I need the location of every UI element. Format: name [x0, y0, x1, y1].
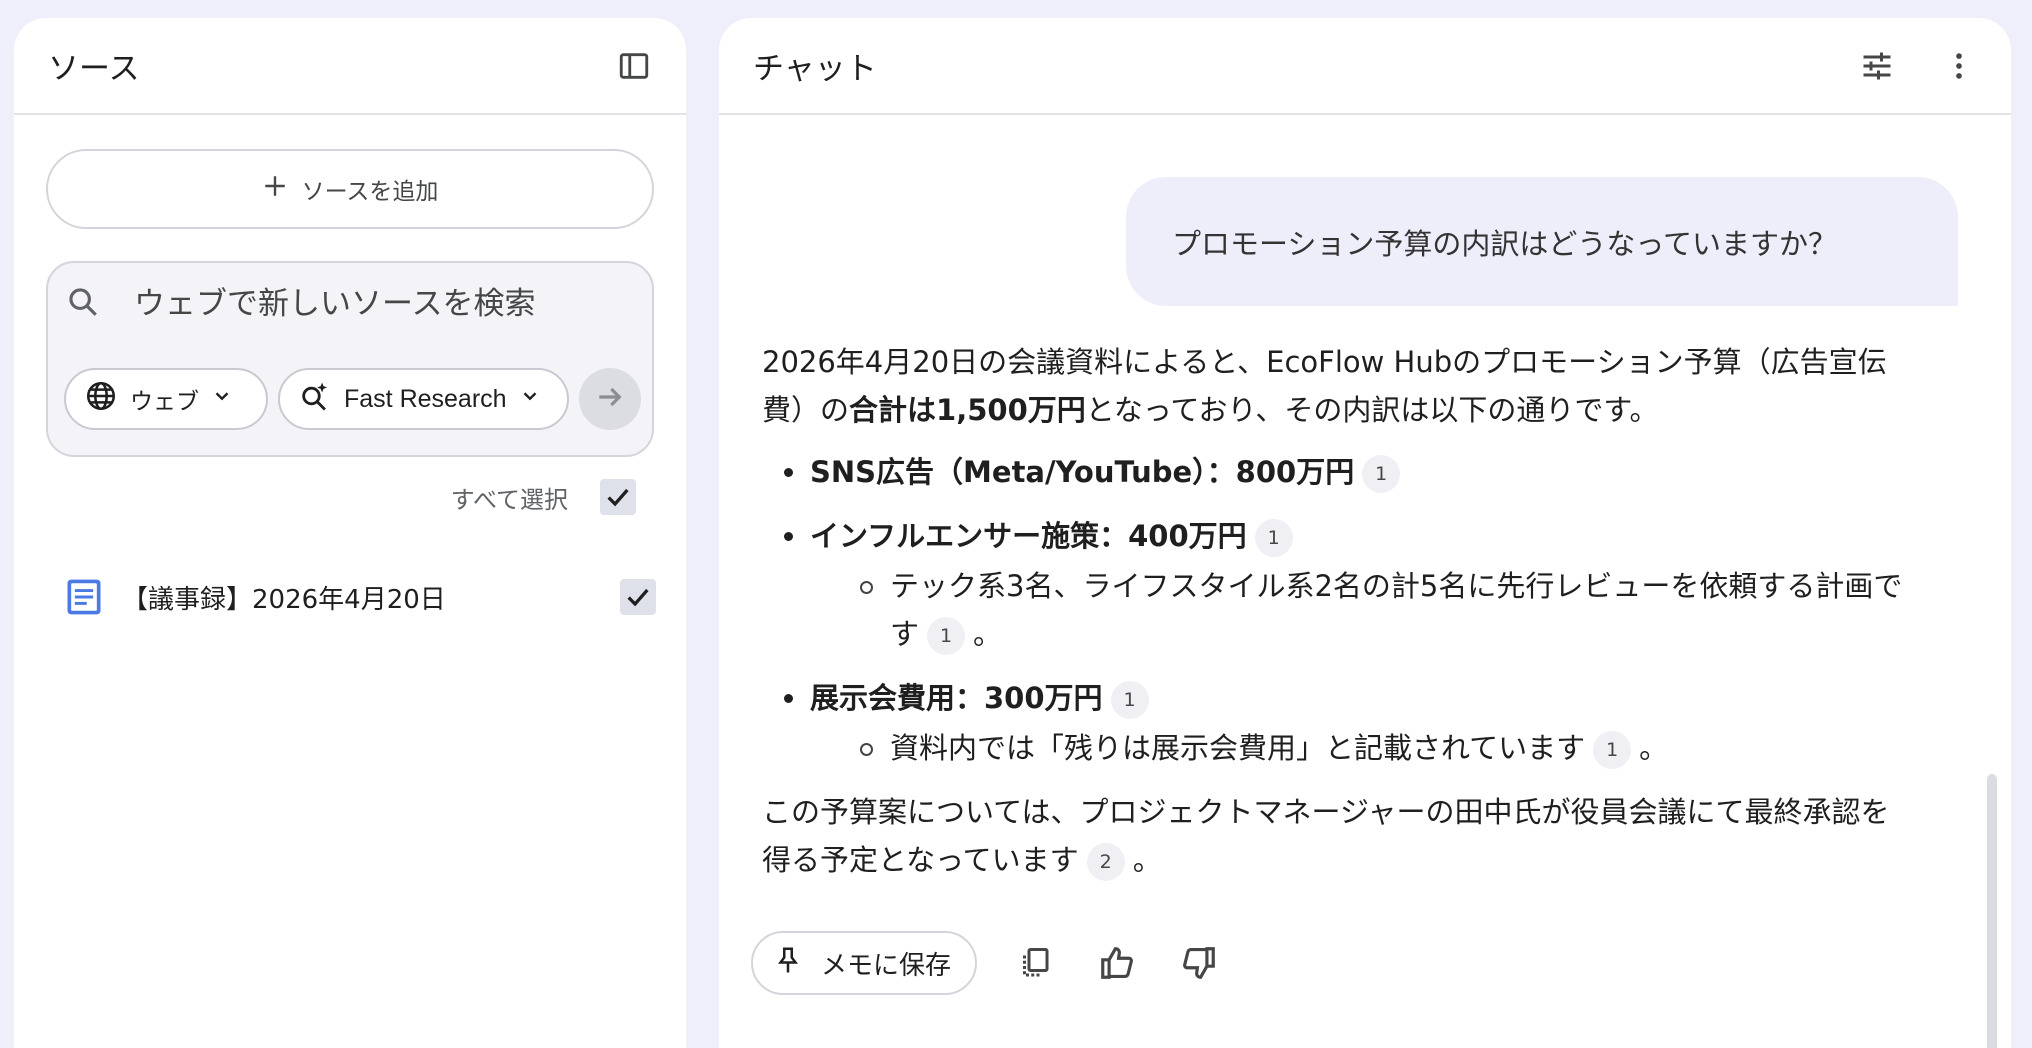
- sub-list-end: 。: [1639, 731, 1669, 765]
- assistant-answer: 2026年4月20日の会議資料によると、EcoFlow Hubのプロモーション予…: [762, 338, 1912, 884]
- document-icon: [62, 575, 106, 619]
- chat-title: チャット: [753, 51, 877, 87]
- plus-icon: [262, 173, 288, 205]
- citation-chip[interactable]: 1: [1593, 731, 1632, 769]
- save-to-note-button[interactable]: メモに保存: [751, 931, 977, 995]
- pin-icon: [773, 945, 803, 982]
- list-item-title: インフルエンサー施策：400万円: [810, 519, 1247, 553]
- citation-chip[interactable]: 1: [927, 617, 966, 655]
- more-vert-icon[interactable]: [1935, 42, 1983, 90]
- citation-chip[interactable]: 1: [1254, 519, 1293, 557]
- source-item-label: 【議事録】2026年4月20日: [122, 584, 446, 615]
- list-item: 展示会費用：300万円 1 資料内では「残りは展示会費用」と記載されています 1。: [762, 674, 1912, 772]
- arrow-right-icon: [594, 381, 626, 417]
- chevron-down-icon: [211, 385, 233, 413]
- source-item[interactable]: 【議事録】2026年4月20日: [62, 564, 656, 630]
- tune-settings-icon[interactable]: [1853, 42, 1901, 90]
- answer-conclusion: この予算案については、プロジェクトマネージャーの田中氏が役員会議にて最終承認を得…: [762, 788, 1912, 884]
- source-search-input[interactable]: [134, 286, 604, 322]
- submit-search-button[interactable]: [579, 368, 641, 430]
- search-icon: [66, 285, 100, 323]
- chevron-down-icon: [519, 385, 541, 414]
- select-all-label: すべて選択: [450, 485, 568, 514]
- user-message-bubble: プロモーション予算の内訳はどうなっていますか？: [1126, 177, 1958, 306]
- web-source-dropdown[interactable]: ウェブ: [64, 368, 268, 430]
- select-all-row: すべて選択: [451, 479, 636, 515]
- sources-title: ソース: [48, 51, 140, 87]
- thumbs-down-icon[interactable]: [1175, 939, 1223, 987]
- answer-conclusion-end: 。: [1132, 843, 1162, 877]
- sparkle-search-icon: [298, 379, 332, 420]
- sub-list-text: テック系3名、ライフスタイル系2名の計5名に先行レビューを依頼する計画です: [890, 569, 1903, 651]
- citation-chip[interactable]: 2: [1086, 843, 1125, 881]
- sub-list: テック系3名、ライフスタイル系2名の計5名に先行レビューを依頼する計画です 1。: [810, 562, 1912, 658]
- save-to-note-label: メモに保存: [821, 950, 952, 981]
- sub-list-item: 資料内では「残りは展示会費用」と記載されています 1。: [810, 724, 1912, 772]
- answer-intro-bold: 合計は1,500万円: [849, 393, 1086, 427]
- sub-list-item: テック系3名、ライフスタイル系2名の計5名に先行レビューを依頼する計画です 1。: [810, 562, 1912, 658]
- chat-header: チャット: [719, 18, 2011, 115]
- answer-intro-text-end: となっており、その内訳は以下の通りです。: [1085, 393, 1659, 427]
- thumbs-up-icon[interactable]: [1093, 939, 1141, 987]
- sub-list-end: 。: [973, 617, 1003, 651]
- chat-scrollbar[interactable]: [1987, 774, 1997, 1048]
- sources-panel: ソース ソースを追加 ウェブで新しいソースを検索 ウェブ Fast Resear…: [14, 18, 686, 1048]
- web-search-box: ウェブ Fast Research: [46, 261, 654, 457]
- research-chip-label: Fast Research: [344, 384, 507, 413]
- citation-chip[interactable]: 1: [1110, 681, 1149, 719]
- user-message-text: プロモーション予算の内訳はどうなっていますか？: [1172, 226, 1837, 261]
- sub-list-text: 資料内では「残りは展示会費用」と記載されています: [890, 731, 1586, 765]
- list-item: SNS広告（Meta/YouTube）：800万円 1: [762, 448, 1912, 496]
- list-item: インフルエンサー施策：400万円 1 テック系3名、ライフスタイル系2名の計5名に…: [762, 512, 1912, 658]
- answer-conclusion-text: この予算案については、プロジェクトマネージャーの田中氏が役員会議にて最終承認を得…: [762, 795, 1890, 877]
- research-mode-dropdown[interactable]: Fast Research: [278, 368, 569, 430]
- sub-list: 資料内では「残りは展示会費用」と記載されています 1。: [810, 724, 1912, 772]
- chat-panel: チャット プロモーション予算の内訳はどうなっていますか？ 2026年4月20日の…: [719, 18, 2011, 1048]
- add-source-button[interactable]: ソースを追加: [46, 149, 654, 229]
- web-chip-label: ウェブ: [130, 389, 199, 415]
- globe-icon: [84, 379, 118, 419]
- answer-intro: 2026年4月20日の会議資料によると、EcoFlow Hubのプロモーション予…: [762, 338, 1912, 434]
- citation-chip[interactable]: 1: [1362, 455, 1401, 493]
- copy-icon[interactable]: [1011, 939, 1059, 987]
- collapse-panel-icon[interactable]: [610, 42, 658, 90]
- select-all-checkbox[interactable]: [600, 479, 636, 515]
- add-source-label: ソースを追加: [301, 179, 439, 205]
- source-item-checkbox[interactable]: [620, 579, 656, 615]
- list-item-title: 展示会費用：300万円: [810, 681, 1103, 715]
- answer-actions: メモに保存: [751, 931, 1223, 995]
- budget-breakdown-list: SNS広告（Meta/YouTube）：800万円 1 インフルエンサー施策：40…: [762, 448, 1912, 772]
- sources-header: ソース: [14, 18, 686, 115]
- list-item-title: SNS広告（Meta/YouTube）：800万円: [810, 455, 1355, 489]
